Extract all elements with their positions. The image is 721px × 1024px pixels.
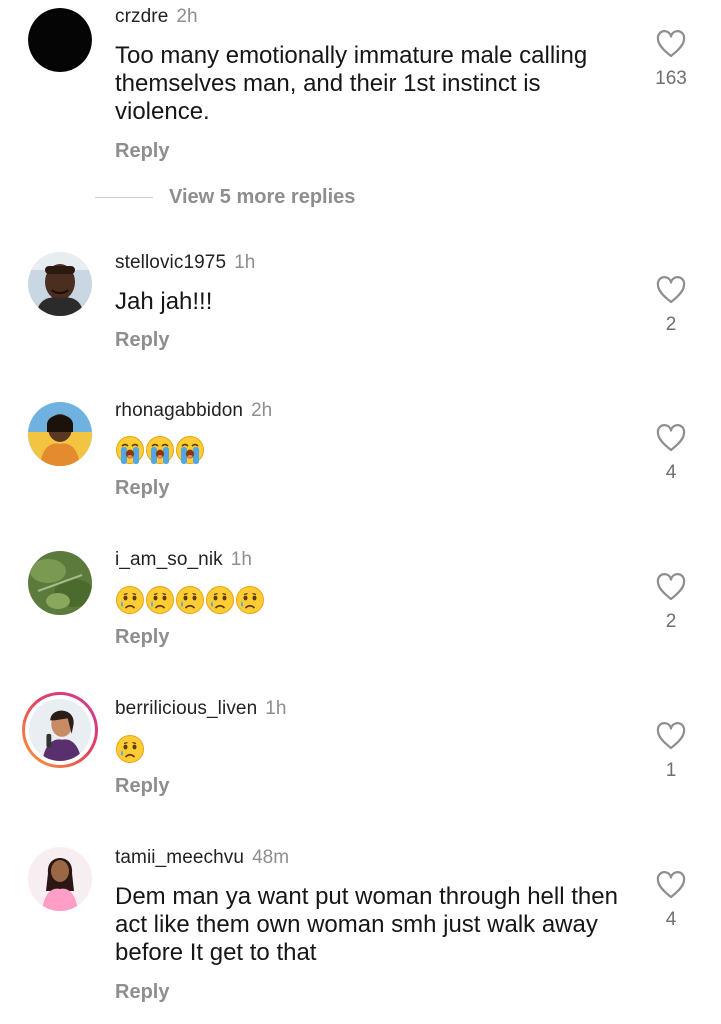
like-count: 1 [665,760,677,781]
avatar[interactable] [28,847,92,911]
username[interactable]: i_am_so_nik [115,549,223,570]
username[interactable]: tamii_meechvu [115,847,244,868]
comment-meta: rhonagabbidon 2h [115,400,272,422]
crying-face-emoji-icon [115,585,145,615]
like-count: 163 [655,68,687,89]
comment-meta: i_am_so_nik 1h [115,549,252,571]
comment-meta: stellovic1975 1h [115,252,255,274]
crying-face-emoji-icon [175,585,205,615]
avatar[interactable] [28,252,92,316]
crying-face-emoji-icon [235,585,265,615]
reply-button[interactable]: Reply [115,981,169,1004]
reply-button[interactable]: Reply [115,329,169,352]
like-count: 4 [665,909,677,930]
timestamp: 48m [252,847,290,868]
heart-outline-icon[interactable] [653,424,689,452]
reply-button[interactable]: Reply [115,626,169,649]
crying-face-emoji-icon [145,585,175,615]
comment-text: Too many emotionally immature male calli… [115,42,588,125]
comment-meta: berrilicious_liven 1h [115,698,286,720]
heart-outline-icon[interactable] [653,276,689,304]
timestamp: 2h [176,6,198,27]
username[interactable]: crzdre [115,6,168,27]
timestamp: 2h [251,400,273,421]
comment-text: Dem man ya want put woman through hell t… [115,883,618,966]
avatar-story-ring[interactable] [22,692,98,768]
comment-meta: tamii_meechvu 48m [115,847,289,869]
like-count: 2 [665,314,677,335]
comment-emojis [115,585,635,615]
timestamp: 1h [265,698,287,719]
avatar[interactable] [28,551,92,615]
loudly-crying-face-emoji-icon [175,435,205,465]
avatar[interactable] [28,8,92,72]
heart-outline-icon[interactable] [653,871,689,899]
heart-outline-icon[interactable] [653,573,689,601]
divider [95,197,153,198]
comment-text: Jah jah!!! [115,288,213,315]
view-more-replies-label: View 5 more replies [169,186,356,208]
timestamp: 1h [230,549,252,570]
crying-face-emoji-icon [205,585,235,615]
comment-emojis [115,435,635,465]
avatar [29,699,91,761]
avatar[interactable] [28,402,92,466]
comment-meta: crzdre 2h [115,6,198,28]
username[interactable]: berrilicious_liven [115,698,257,719]
username[interactable]: rhonagabbidon [115,400,243,421]
crying-face-emoji-icon [115,734,145,764]
reply-button[interactable]: Reply [115,775,169,798]
loudly-crying-face-emoji-icon [145,435,175,465]
heart-outline-icon[interactable] [653,722,689,750]
reply-button[interactable]: Reply [115,477,169,500]
reply-button[interactable]: Reply [115,140,169,163]
loudly-crying-face-emoji-icon [115,435,145,465]
like-count: 2 [665,611,677,632]
heart-outline-icon[interactable] [653,30,689,58]
like-count: 4 [665,462,677,483]
view-more-replies-button[interactable]: View 5 more replies [95,186,355,209]
timestamp: 1h [234,252,256,273]
comment-emojis [115,734,635,764]
username[interactable]: stellovic1975 [115,252,226,273]
